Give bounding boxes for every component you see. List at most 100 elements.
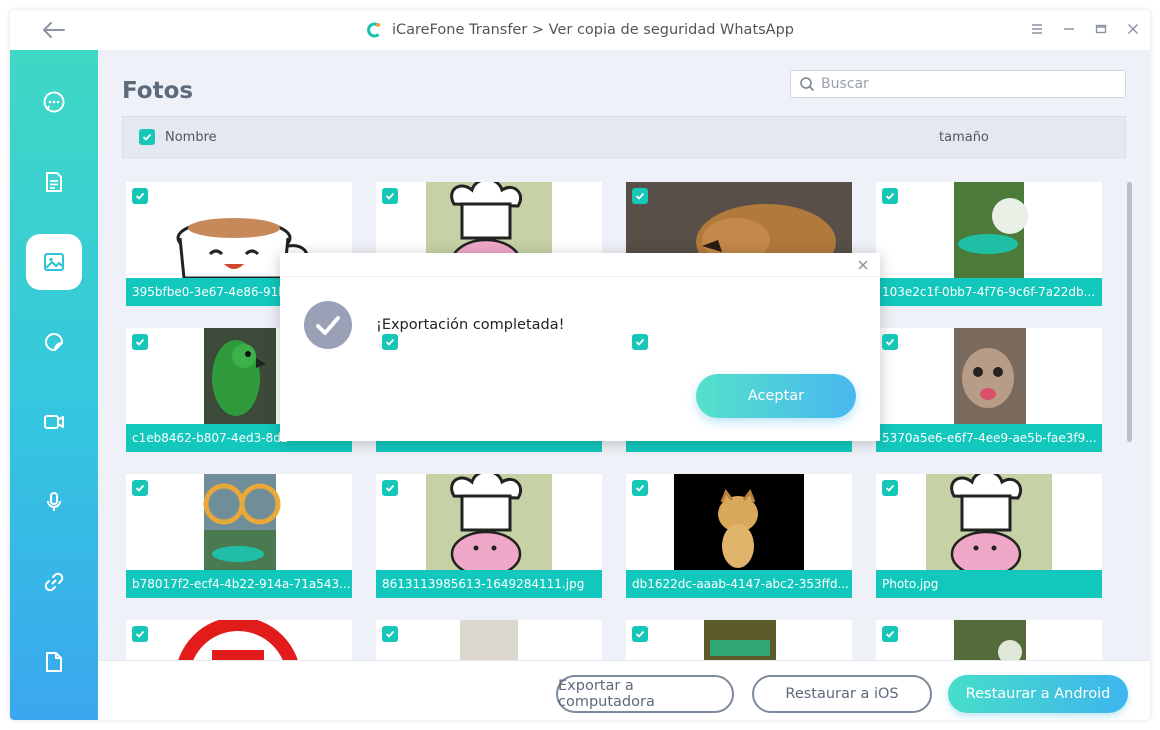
photo-checkbox[interactable] (132, 480, 148, 496)
photo-card[interactable] (626, 620, 852, 660)
sidebar-item-photos[interactable] (26, 234, 82, 290)
photo-card[interactable]: 5370a5e6-e6f7-4ee9-ae5b-fae3f9... (876, 328, 1102, 452)
column-header-name[interactable]: Nombre (165, 130, 217, 145)
photo-name: 5370a5e6-e6f7-4ee9-ae5b-fae3f9... (876, 424, 1102, 452)
photo-card[interactable] (376, 620, 602, 660)
export-complete-dialog: ¡Exportación completada! Aceptar (280, 253, 880, 441)
chat-icon (43, 91, 65, 113)
sidebar-item-documents[interactable] (26, 154, 82, 210)
list-header: Nombre tamaño (122, 116, 1126, 158)
photo-thumbnail (376, 620, 602, 660)
check-icon (885, 192, 895, 200)
photo-card[interactable] (126, 620, 352, 660)
restore-to-ios-button[interactable]: Restaurar a iOS (752, 675, 932, 713)
title-bar: iCareFone Transfer > Ver copia de seguri… (10, 10, 1150, 50)
restore-to-android-button[interactable]: Restaurar a Android (948, 675, 1128, 713)
photo-thumbnail (126, 620, 352, 660)
photo-checkbox[interactable] (632, 188, 648, 204)
check-icon (885, 484, 895, 492)
photo-checkbox[interactable] (882, 188, 898, 204)
photo-thumbnail (626, 474, 852, 570)
file-icon (46, 652, 62, 672)
check-icon (135, 630, 145, 638)
success-check-icon (304, 301, 352, 349)
check-icon (635, 192, 645, 200)
photo-thumbnail (876, 474, 1102, 570)
photo-checkbox[interactable] (882, 480, 898, 496)
search-box[interactable] (790, 70, 1126, 98)
check-icon (142, 133, 152, 141)
photo-checkbox[interactable] (382, 480, 398, 496)
photo-card[interactable]: db1622dc-aaab-4147-abc2-353ffd... (626, 474, 852, 598)
photo-name: 8613113985613-1649284111.jpg (376, 570, 602, 598)
sticker-icon (44, 333, 63, 351)
app-logo-icon (367, 22, 380, 38)
search-input[interactable] (821, 76, 1111, 92)
action-footer: Exportar a computadora Restaurar a iOS R… (98, 660, 1150, 720)
menu-icon[interactable] (1030, 22, 1044, 36)
photo-card[interactable]: 8613113985613-1649284111.jpg (376, 474, 602, 598)
photo-name: db1622dc-aaab-4147-abc2-353ffd... (626, 570, 852, 598)
window-title: iCareFone Transfer > Ver copia de seguri… (391, 22, 795, 38)
photo-name: Photo.jpg (876, 570, 1102, 598)
check-icon (135, 338, 145, 346)
photo-checkbox[interactable] (882, 334, 898, 350)
photo-checkbox[interactable] (132, 626, 148, 642)
close-icon[interactable] (856, 258, 870, 272)
check-icon (635, 484, 645, 492)
check-icon (385, 192, 395, 200)
page-title: Fotos (122, 78, 194, 104)
photo-checkbox[interactable] (382, 626, 398, 642)
photo-card[interactable]: Photo.jpg (876, 474, 1102, 598)
photo-thumbnail (376, 474, 602, 570)
accept-button[interactable]: Aceptar (696, 374, 856, 418)
check-icon (385, 338, 395, 346)
photo-checkbox[interactable] (632, 334, 648, 350)
photo-card[interactable] (876, 620, 1102, 660)
search-icon (800, 77, 815, 92)
photo-name: b78017f2-ecf4-4b22-914a-71a543... (126, 570, 352, 598)
sidebar-item-videos[interactable] (26, 394, 82, 450)
minimize-icon[interactable] (1062, 22, 1076, 36)
check-icon (385, 630, 395, 638)
sidebar-item-stickers[interactable] (26, 314, 82, 370)
photo-checkbox[interactable] (882, 626, 898, 642)
check-icon (635, 630, 645, 638)
link-icon (44, 572, 64, 592)
select-all-checkbox[interactable] (139, 129, 155, 145)
export-to-computer-button[interactable]: Exportar a computadora (556, 675, 734, 713)
column-header-size[interactable]: tamaño (939, 130, 989, 145)
check-icon (885, 338, 895, 346)
photo-checkbox[interactable] (632, 626, 648, 642)
photo-card[interactable]: 103e2c1f-0bb7-4f76-9c6f-7a22db... (876, 182, 1102, 306)
photo-thumbnail (876, 620, 1102, 660)
check-icon (635, 338, 645, 346)
photo-checkbox[interactable] (132, 334, 148, 350)
microphone-icon (47, 492, 61, 511)
video-icon (44, 415, 64, 429)
dialog-message: ¡Exportación completada! (376, 317, 565, 333)
photo-checkbox[interactable] (132, 188, 148, 204)
close-icon[interactable] (1126, 22, 1140, 36)
photo-card[interactable]: b78017f2-ecf4-4b22-914a-71a543... (126, 474, 352, 598)
photo-checkbox[interactable] (632, 480, 648, 496)
photo-thumbnail (876, 182, 1102, 278)
sidebar-item-links[interactable] (26, 554, 82, 610)
photo-checkbox[interactable] (382, 334, 398, 350)
photo-thumbnail (626, 620, 852, 660)
sidebar-item-chats[interactable] (26, 74, 82, 130)
check-icon (135, 192, 145, 200)
grid-scrollbar[interactable] (1127, 182, 1132, 442)
photo-thumbnail (876, 328, 1102, 424)
maximize-icon[interactable] (1094, 22, 1108, 36)
photo-name: 103e2c1f-0bb7-4f76-9c6f-7a22db... (876, 278, 1102, 306)
check-icon (885, 630, 895, 638)
image-icon (44, 253, 64, 271)
check-icon (135, 484, 145, 492)
photo-checkbox[interactable] (382, 188, 398, 204)
check-icon (385, 484, 395, 492)
document-icon (46, 172, 62, 192)
sidebar (10, 50, 98, 720)
sidebar-item-audio[interactable] (26, 474, 82, 530)
sidebar-item-files[interactable] (26, 634, 82, 690)
